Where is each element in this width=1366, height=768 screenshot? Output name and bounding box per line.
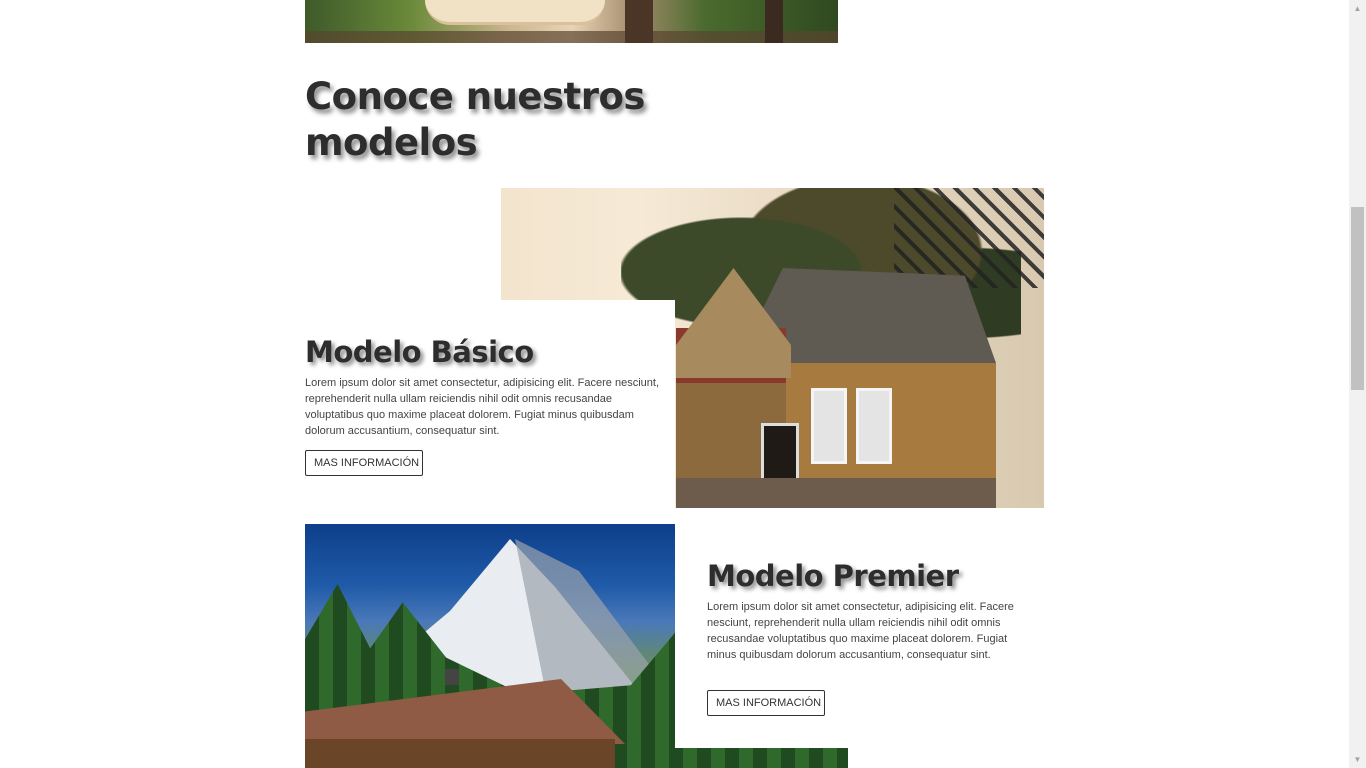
scroll-down-arrow-icon[interactable]: ▼: [1349, 751, 1366, 768]
more-info-button[interactable]: MAS INFORMACIÓN: [305, 450, 423, 476]
page: Conoce nuestros modelos Modelo Básico Lo…: [0, 0, 1349, 768]
mountain-cabin: [305, 679, 635, 768]
hammock-photo: [305, 0, 838, 43]
model-title: Modelo Básico: [305, 335, 534, 369]
scroll-up-arrow-icon[interactable]: ▲: [1349, 0, 1366, 17]
vertical-scrollbar[interactable]: ▲ ▼: [1349, 0, 1366, 768]
hammock-shape: [425, 0, 605, 25]
model-description: Lorem ipsum dolor sit amet consectetur, …: [305, 377, 659, 437]
model-basico-card: Modelo Básico Lorem ipsum dolor sit amet…: [305, 300, 675, 508]
model-description: Lorem ipsum dolor sit amet consectetur, …: [707, 601, 1014, 661]
model-title: Modelo Premier: [707, 559, 959, 593]
scroll-thumb[interactable]: [1351, 207, 1364, 390]
brick-house: [676, 268, 996, 508]
model-premier-card: Modelo Premier Lorem ipsum dolor sit ame…: [675, 524, 1044, 748]
section-title: Conoce nuestros modelos: [305, 75, 645, 164]
more-info-button[interactable]: MAS INFORMACIÓN: [707, 690, 825, 716]
